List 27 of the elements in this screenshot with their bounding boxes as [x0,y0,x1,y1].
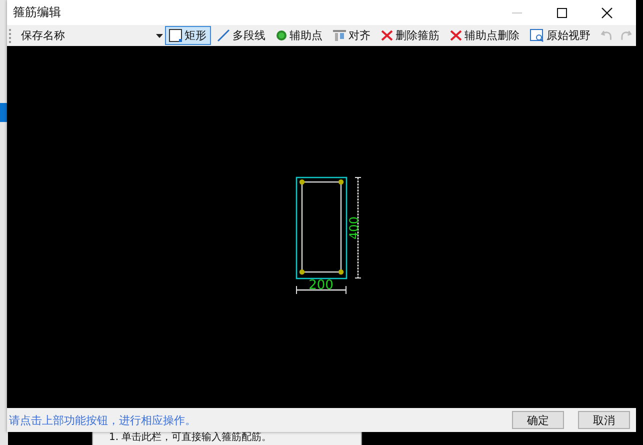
cross-icon [450,30,462,41]
tool-button[interactable]: 辅助点 [272,26,327,45]
maximize-icon[interactable] [556,6,568,18]
dialog-button[interactable]: 取消 [578,411,630,429]
dimension-label: 400 [347,216,361,240]
close-icon[interactable] [601,6,613,18]
rectangle-icon [168,29,182,42]
tool-button[interactable]: 对齐 [328,26,375,45]
name-dropdown[interactable]: 保存名称 [16,26,165,45]
cross-icon [380,30,393,41]
redo-icon[interactable] [620,30,632,41]
tool-button[interactable]: 矩形 [164,26,211,45]
tool-button[interactable]: 删除箍筋 [376,26,444,45]
dot-icon [276,30,287,41]
window-title: 箍筋编辑 [13,4,61,21]
dimension-label: 200 [308,278,334,293]
align-icon [332,30,346,41]
line-icon [216,29,230,42]
hint-text: 1. 单击此栏，可直接输入箍筋配筋。 [109,432,272,443]
dialog-button[interactable]: 确定 [512,411,564,429]
status-message: 请点击上部功能按钮，进行相应操作。 [9,412,197,428]
tool-button[interactable]: 原始视野 [526,26,595,45]
zoom-view-icon [530,29,544,42]
tool-button[interactable]: 辅助点删除 [446,26,524,45]
tool-button[interactable]: 多段线 [212,26,270,45]
undo-icon[interactable] [600,30,612,41]
caret-icon [156,34,163,38]
